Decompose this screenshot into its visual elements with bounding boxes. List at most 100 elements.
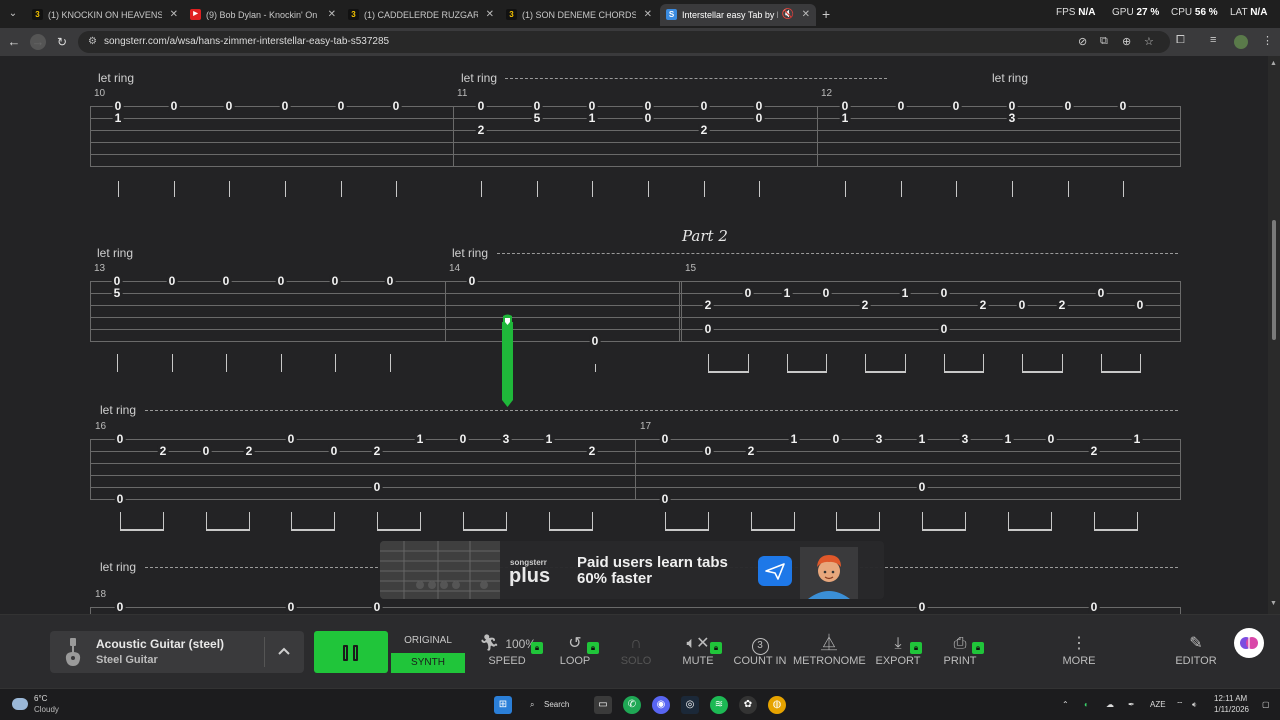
perf-gpu: GPU 27 % — [1112, 7, 1160, 18]
mode-synth-button[interactable]: SYNTH — [391, 653, 465, 673]
profile-avatar[interactable] — [1234, 35, 1248, 49]
note-stem — [905, 354, 906, 372]
measure-number: 13 — [94, 263, 106, 274]
ai-assistant-button[interactable] — [1234, 628, 1264, 658]
let-ring-label: let ring — [100, 560, 137, 574]
browser-tab-5-active[interactable]: S Interstellar easy Tab by Han 🔇 ✕ — [660, 4, 816, 26]
tab-close-icon[interactable]: ✕ — [170, 4, 178, 26]
fret-number: 1 — [788, 432, 800, 446]
editor-button[interactable]: ✎ EDITOR — [1160, 633, 1232, 673]
weather-temperature[interactable]: 6°C — [34, 694, 47, 703]
bookmark-star-icon[interactable]: ☆ — [1144, 35, 1154, 48]
windows-start-icon[interactable]: ⊞ — [494, 696, 512, 714]
tray-app-icon[interactable]: ◐ — [1084, 700, 1089, 709]
note-stem — [751, 512, 752, 530]
browser-tab-4[interactable]: 3 (1) SON DENEME CHORDS by M ✕ — [500, 4, 658, 26]
barline — [90, 106, 91, 167]
count-in-button[interactable]: 3 COUNT IN — [724, 633, 796, 673]
browser-tab-1[interactable]: 3 (1) KNOCKIN ON HEAVENS DO ✕ — [26, 4, 184, 26]
eye-off-icon[interactable]: ⊘ — [1078, 35, 1087, 48]
clock-time[interactable]: 12:11 AM — [1214, 694, 1247, 703]
instrument-name: Acoustic Guitar (steel) — [96, 637, 225, 651]
extensions-icon[interactable]: ⧠ — [1176, 34, 1185, 47]
speed-button[interactable]: 🏃︎ 100% SPEED 🔒︎ — [471, 633, 543, 673]
fret-number: 2 — [243, 444, 255, 458]
whatsapp-icon[interactable]: ✆ — [623, 696, 641, 714]
clock-date[interactable]: 1/11/2026 — [1214, 705, 1249, 714]
tablature-sheet[interactable]: Part 2 10 11 12 let ring let ring let ring 0 1 0… — [0, 56, 1268, 614]
scroll-down-icon[interactable]: ▼ — [1270, 600, 1277, 607]
count-in-icon: 3 — [724, 633, 796, 655]
playback-cursor[interactable] — [501, 314, 514, 408]
measure-number: 17 — [640, 421, 652, 432]
notifications-icon[interactable]: ▢ — [1262, 700, 1270, 709]
url-text[interactable]: songsterr.com/a/wsa/hans-zimmer-interste… — [104, 36, 389, 47]
note-stem — [922, 512, 923, 530]
note-stem — [592, 181, 593, 197]
ad-brand-plus: plus — [509, 565, 551, 587]
tray-onedrive-icon[interactable]: ☁ — [1106, 700, 1114, 709]
weather-condition[interactable]: Cloudy — [34, 705, 59, 714]
taskbar-search[interactable]: ⌕ Search — [524, 695, 580, 715]
pencil-icon: ✎ — [1189, 635, 1203, 652]
fret-number: 0 — [820, 286, 832, 300]
discord-icon[interactable]: ◉ — [652, 696, 670, 714]
reload-icon[interactable]: ↻ — [54, 34, 70, 50]
omnibox[interactable]: ⚙ songsterr.com/a/wsa/hans-zimmer-inters… — [78, 31, 1170, 53]
print-button[interactable]: ⎙ PRINT 🔒︎ — [924, 633, 996, 673]
tray-pen-icon[interactable]: ✒ — [1128, 700, 1135, 709]
tray-chevron-up-icon[interactable]: ⌃ — [1062, 700, 1069, 709]
songsterr-plus-ad[interactable]: songsterr plus Paid users learn tabs 60%… — [380, 541, 884, 599]
fret-number: 3 — [500, 432, 512, 446]
note-stem — [826, 354, 827, 372]
note-beam — [291, 529, 335, 531]
note-stem — [708, 512, 709, 530]
tab-close-icon[interactable]: ✕ — [486, 4, 494, 26]
wifi-icon[interactable]: ⌔ — [1176, 700, 1184, 710]
barline — [1180, 439, 1181, 500]
tab-close-icon[interactable]: ✕ — [328, 4, 336, 26]
page-scrollbar[interactable]: ▲ ▼ — [1268, 56, 1280, 614]
tab-staff-line — [90, 142, 1180, 143]
mode-original-button[interactable]: ORIGINAL — [391, 631, 465, 651]
fret-number: 1 — [1002, 432, 1014, 446]
zoom-icon[interactable]: ⊕ — [1122, 35, 1131, 48]
chevron-up-icon[interactable] — [274, 641, 294, 661]
note-stem — [845, 181, 846, 197]
more-button[interactable]: ⋮ MORE — [1043, 633, 1115, 673]
chatgpt-icon[interactable]: ✿ — [739, 696, 757, 714]
instrument-subname: Steel Guitar — [96, 654, 158, 666]
scroll-up-icon[interactable]: ▲ — [1270, 60, 1277, 67]
fret-number: 2 — [1088, 444, 1100, 458]
forward-arrow-icon[interactable]: → — [30, 34, 46, 50]
instrument-selector[interactable]: Acoustic Guitar (steel) Steel Guitar — [50, 631, 304, 673]
spotify-icon[interactable]: ≋ — [710, 696, 728, 714]
reading-list-icon[interactable]: ≡ — [1210, 34, 1216, 46]
note-stem — [291, 512, 292, 530]
keyboard-language[interactable]: AZE — [1150, 700, 1166, 709]
pause-button[interactable] — [314, 631, 388, 673]
back-arrow-icon[interactable]: ← — [6, 34, 22, 50]
tab-close-icon[interactable]: ✕ — [802, 4, 810, 26]
note-stem — [759, 181, 760, 197]
tab-muted-icon[interactable]: 🔇 — [782, 4, 794, 26]
volume-icon[interactable]: 🔉︎ — [1192, 700, 1197, 710]
note-stem — [463, 512, 464, 530]
chrome-icon[interactable]: ◍ — [768, 696, 786, 714]
note-stem — [341, 181, 342, 197]
browser-tab-3[interactable]: 3 (1) CADDELERDE RUZGAR INTR ✕ — [342, 4, 500, 26]
tab-close-icon[interactable]: ✕ — [644, 4, 652, 26]
steam-icon[interactable]: ◎ — [681, 696, 699, 714]
tab-search-chevron-icon[interactable]: ⌄ — [4, 5, 22, 23]
site-info-icon[interactable]: ⚙ — [88, 36, 97, 47]
scroll-thumb[interactable] — [1272, 220, 1276, 340]
new-tab-button[interactable]: + — [822, 5, 830, 23]
metronome-button[interactable]: ⏅ METRONOME — [793, 633, 866, 673]
fret-number: 0 — [384, 274, 396, 288]
search-icon: ⌕ — [530, 700, 535, 709]
note-stem — [1008, 512, 1009, 530]
browser-menu-icon[interactable]: ⋮ — [1262, 34, 1273, 47]
browser-tab-2[interactable]: ▶ (9) Bob Dylan - Knockin' On He ✕ — [184, 4, 342, 26]
screenshot-icon[interactable]: ⧉ — [1100, 35, 1108, 48]
task-view-icon[interactable]: ▭ — [594, 696, 612, 714]
